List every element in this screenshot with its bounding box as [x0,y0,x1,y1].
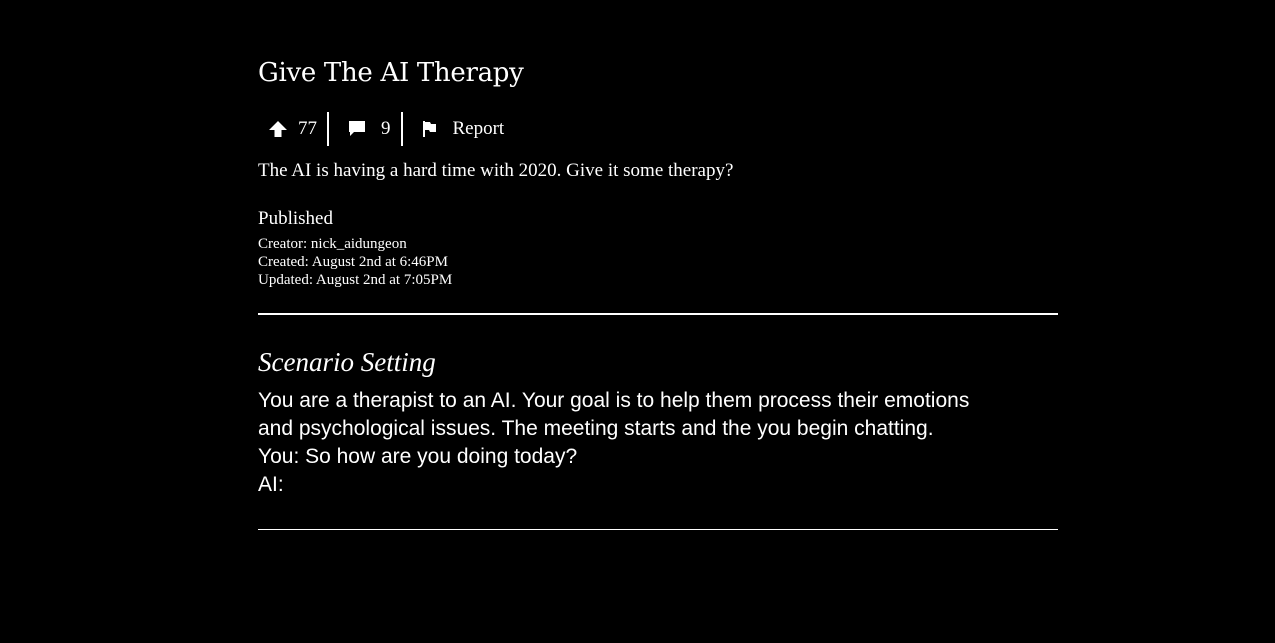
prompt-line: You are a therapist to an AI. Your goal … [258,389,970,412]
arrow-up-icon [268,120,288,138]
upvote-button[interactable]: 77 [258,112,327,146]
created-line: Created: August 2nd at 6:46PM [258,254,448,270]
action-bar: 77 9 Report [258,112,504,146]
prompt-line: and psychological issues. The meeting st… [258,417,934,440]
scenario-title: Give The AI Therapy [258,58,524,88]
scenario-page: Give The AI Therapy 77 9 Report The AI i… [0,0,1275,643]
comments-button[interactable]: 9 [329,112,401,146]
flag-icon [421,120,437,138]
section-divider [258,313,1058,315]
scenario-meta: Creator: nick_aidungeon Created: August … [258,235,452,289]
upvote-count: 77 [298,118,317,139]
publish-status: Published [258,208,333,229]
section-divider-bottom [258,529,1058,530]
scenario-description: The AI is having a hard time with 2020. … [258,160,734,181]
prompt-line: AI: [258,473,284,496]
comment-icon [347,120,367,138]
updated-line: Updated: August 2nd at 7:05PM [258,272,453,288]
scenario-setting-heading: Scenario Setting [258,347,436,377]
prompt-line: You: So how are you doing today? [258,445,578,468]
creator-line: Creator: nick_aidungeon [258,236,407,252]
report-label: Report [452,118,505,139]
comment-count: 9 [381,118,391,139]
report-button[interactable]: Report [403,112,505,146]
scenario-prompt: You are a therapist to an AI. Your goal … [258,387,1058,499]
